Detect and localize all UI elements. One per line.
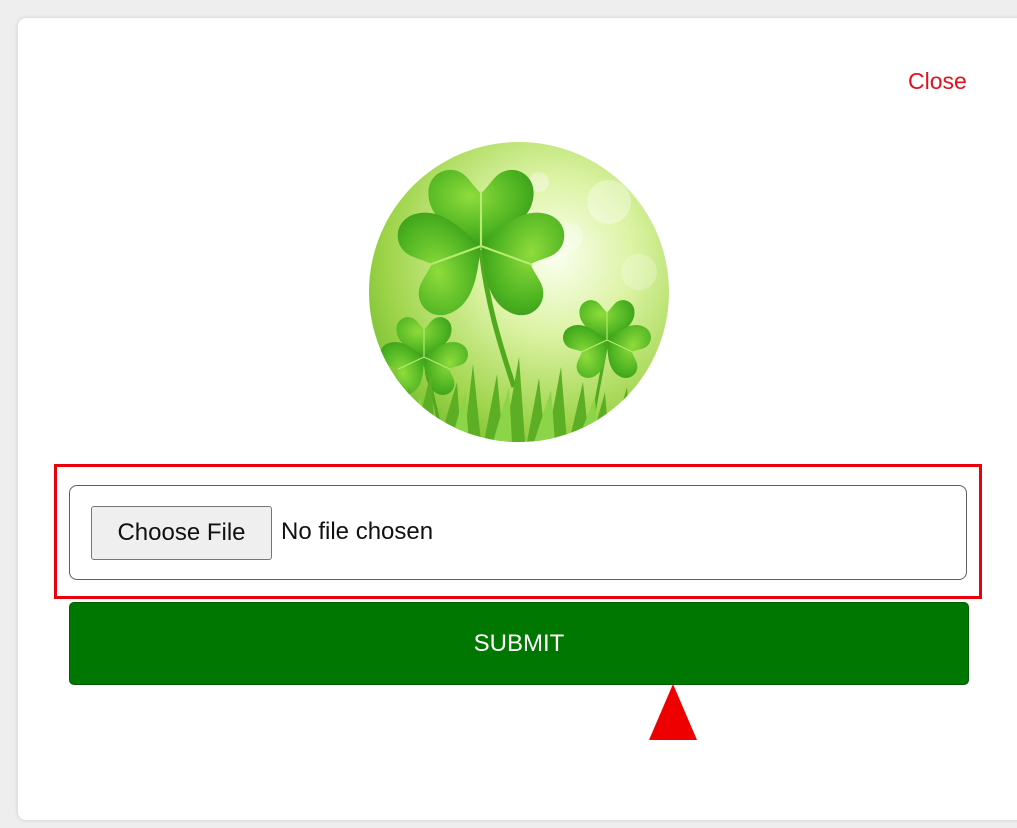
- choose-file-button[interactable]: Choose File: [91, 506, 272, 560]
- submit-button[interactable]: SUBMIT: [69, 602, 969, 685]
- upload-modal: Close Choose File No file chosen SUBMIT: [18, 18, 1017, 820]
- clover-illustration: [369, 142, 669, 442]
- file-status-text: No file chosen: [281, 518, 434, 545]
- clover-logo-image: [369, 142, 669, 442]
- file-upload-input[interactable]: Choose File No file chosen: [69, 485, 967, 580]
- pointer-arrow-icon: [649, 684, 697, 740]
- close-link[interactable]: Close: [908, 68, 967, 95]
